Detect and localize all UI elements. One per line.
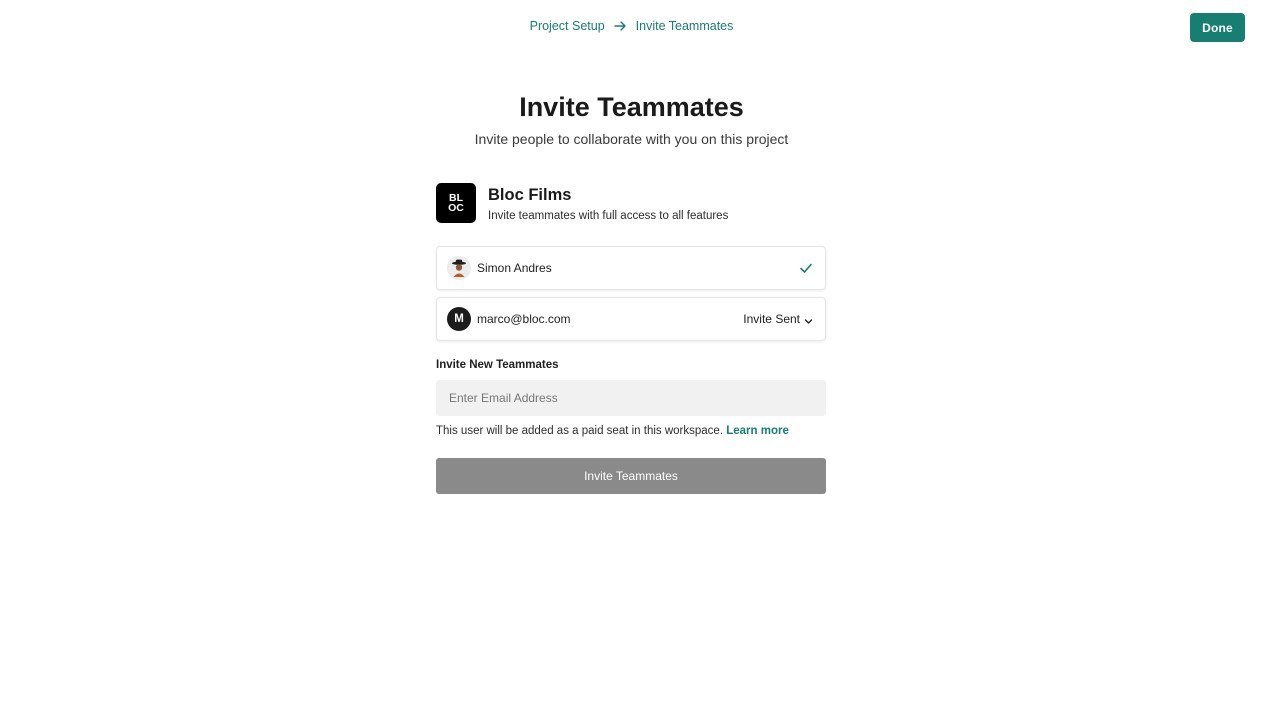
organization-logo-text: BL OC xyxy=(448,192,464,214)
check-icon xyxy=(799,261,813,275)
seat-note: This user will be added as a paid seat i… xyxy=(436,425,789,437)
avatar: M xyxy=(447,307,471,331)
member-email: marco@bloc.com xyxy=(477,312,571,326)
avatar xyxy=(447,256,471,280)
page-title: Invite Teammates xyxy=(519,92,744,122)
done-button[interactable]: Done xyxy=(1190,13,1245,42)
member-row: M marco@bloc.com Invite Sent xyxy=(436,297,826,341)
invite-status-dropdown[interactable]: Invite Sent xyxy=(743,312,813,326)
learn-more-link[interactable]: Learn more xyxy=(726,425,789,437)
invite-teammates-button[interactable]: Invite Teammates xyxy=(436,458,826,494)
invite-section-label: Invite New Teammates xyxy=(436,359,559,371)
member-row: Simon Andres xyxy=(436,246,826,290)
email-field[interactable] xyxy=(436,380,826,416)
page-subtitle: Invite people to collaborate with you on… xyxy=(474,131,789,147)
seat-note-text: This user will be added as a paid seat i… xyxy=(436,425,724,437)
breadcrumb-invite-teammates[interactable]: Invite Teammates xyxy=(636,19,734,33)
organization-description: Invite teammates with full access to all… xyxy=(488,210,729,222)
invite-status-label: Invite Sent xyxy=(743,312,800,326)
organization-logo: BL OC xyxy=(436,183,476,223)
organization-name: Bloc Films xyxy=(488,186,572,204)
arrow-right-icon xyxy=(613,20,627,32)
chevron-down-icon xyxy=(804,315,813,324)
member-name: Simon Andres xyxy=(477,261,552,275)
breadcrumb: Project Setup Invite Teammates xyxy=(0,19,1263,33)
breadcrumb-project-setup[interactable]: Project Setup xyxy=(530,19,605,33)
organization-card: BL OC Bloc Films Invite teammates with f… xyxy=(436,183,826,223)
person-avatar-icon xyxy=(447,256,471,280)
